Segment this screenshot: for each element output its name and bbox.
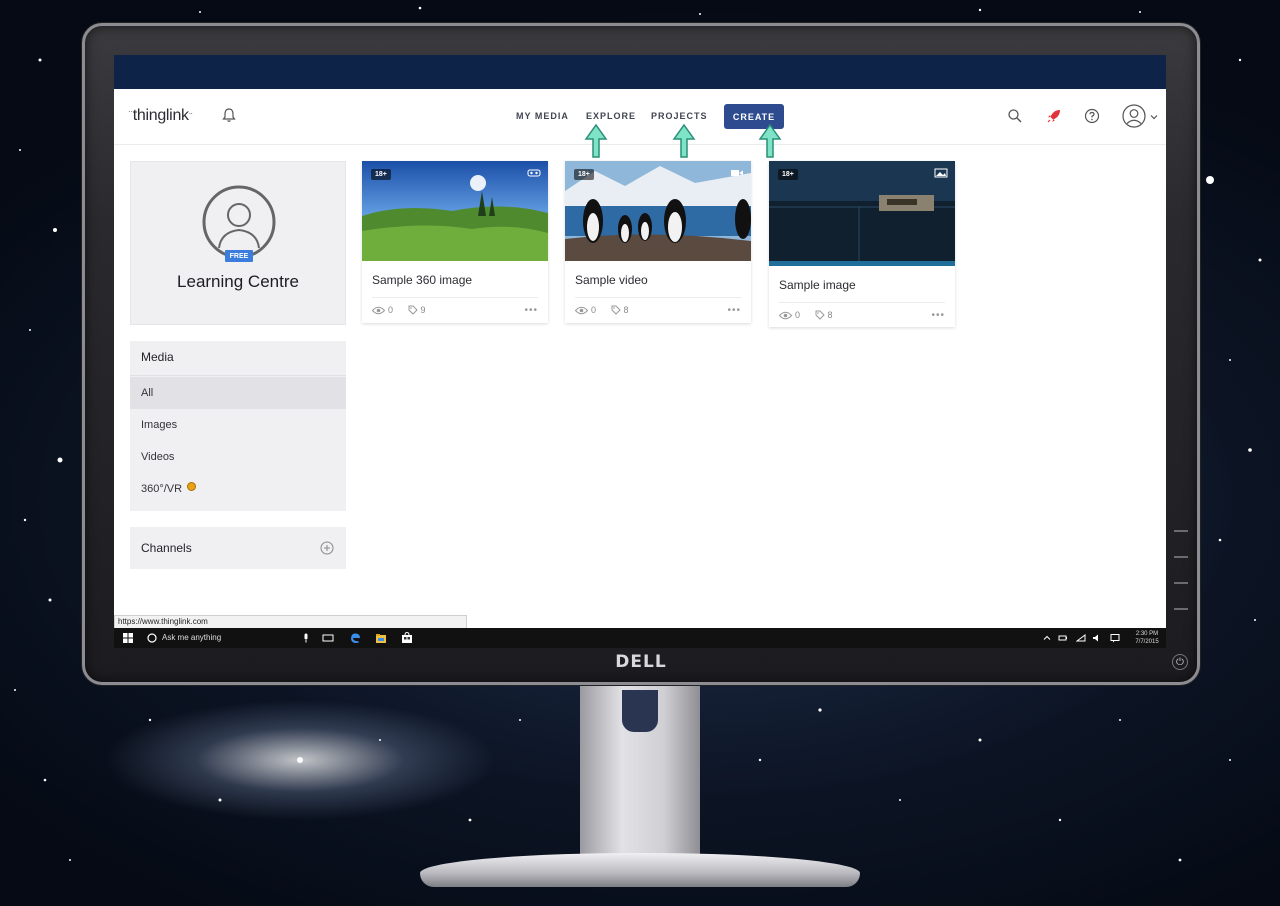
pointer-arrow-icon bbox=[584, 123, 608, 158]
filter-label: Images bbox=[141, 419, 178, 431]
taskbar-search-input[interactable]: Ask me anything bbox=[162, 633, 221, 642]
tag-icon bbox=[611, 305, 621, 315]
rocket-icon[interactable] bbox=[1046, 108, 1062, 124]
windows-start-icon[interactable] bbox=[123, 633, 133, 643]
chevron-down-icon[interactable] bbox=[1150, 113, 1158, 121]
image-icon bbox=[934, 168, 948, 178]
media-card[interactable]: 18+ Sample image 0 8 ••• bbox=[769, 161, 955, 327]
tags-count: 8 bbox=[623, 305, 629, 315]
browser-top-bar bbox=[114, 55, 1166, 89]
microphone-icon[interactable] bbox=[302, 633, 310, 643]
filter-360-vr[interactable]: 360°/VR bbox=[130, 473, 346, 505]
age-badge: 18+ bbox=[574, 169, 594, 180]
edge-browser-icon[interactable] bbox=[349, 632, 361, 644]
power-icon: ⏻ bbox=[1172, 654, 1188, 670]
monitor-side-button bbox=[1174, 582, 1188, 584]
divider bbox=[779, 302, 945, 303]
clock-time: 2:30 PM bbox=[1135, 631, 1159, 637]
channels-title: Channels bbox=[141, 541, 192, 555]
age-badge: 18+ bbox=[371, 169, 391, 180]
divider bbox=[130, 375, 346, 376]
divider bbox=[372, 297, 538, 298]
user-avatar-icon[interactable] bbox=[1122, 104, 1146, 128]
monitor-side-button bbox=[1174, 556, 1188, 558]
profile-name: Learning Centre bbox=[177, 272, 299, 291]
dell-logo: DELL bbox=[615, 652, 667, 672]
filter-all[interactable]: All bbox=[130, 377, 346, 409]
action-center-icon[interactable] bbox=[1110, 633, 1120, 643]
app-header: ··thinglink.. MY MEDIA EXPLORE PROJECTS … bbox=[114, 89, 1166, 145]
card-title[interactable]: Sample 360 image bbox=[372, 273, 472, 287]
status-url-bar: https://www.thinglink.com bbox=[114, 615, 467, 629]
logo-text: thinglink bbox=[132, 107, 189, 124]
cortana-icon[interactable] bbox=[147, 633, 157, 643]
divider bbox=[575, 297, 741, 298]
filter-images[interactable]: Images bbox=[130, 409, 346, 441]
media-filter-panel: Media All Images Videos 360°/VR bbox=[130, 341, 346, 511]
help-icon[interactable] bbox=[1084, 108, 1100, 124]
monitor-side-button bbox=[1174, 608, 1188, 610]
views-count: 0 bbox=[795, 310, 801, 320]
more-options-icon[interactable]: ••• bbox=[931, 310, 945, 321]
file-explorer-icon[interactable] bbox=[375, 632, 387, 644]
channels-panel[interactable]: Channels bbox=[130, 527, 346, 569]
tag-icon bbox=[815, 310, 825, 320]
pointer-arrow-icon bbox=[758, 123, 782, 158]
battery-icon[interactable] bbox=[1058, 633, 1068, 643]
media-panel-title: Media bbox=[141, 350, 174, 364]
monitor-stand-base bbox=[420, 853, 860, 887]
task-view-icon[interactable] bbox=[322, 632, 334, 644]
windows-taskbar: Ask me anything 2:30 PM 7/7/2015 bbox=[114, 628, 1166, 648]
card-stats: 0 9 ••• bbox=[372, 305, 538, 317]
search-icon[interactable] bbox=[1007, 108, 1023, 124]
bell-icon[interactable] bbox=[222, 107, 236, 123]
taskbar-clock[interactable]: 2:30 PM 7/7/2015 bbox=[1132, 630, 1162, 646]
filter-label: Videos bbox=[141, 451, 175, 463]
nav-projects[interactable]: PROJECTS bbox=[651, 111, 708, 121]
tag-icon bbox=[408, 305, 418, 315]
filter-videos[interactable]: Videos bbox=[130, 441, 346, 473]
filter-label: 360°/VR bbox=[141, 483, 183, 495]
tags-count: 8 bbox=[827, 310, 833, 320]
views-count: 0 bbox=[591, 305, 597, 315]
video-camera-icon bbox=[731, 170, 743, 176]
clock-date: 7/7/2015 bbox=[1135, 639, 1159, 645]
chevron-up-icon[interactable] bbox=[1042, 633, 1052, 643]
vr-headset-icon bbox=[527, 169, 541, 177]
wifi-icon[interactable] bbox=[1076, 633, 1086, 643]
card-stats: 0 8 ••• bbox=[575, 305, 741, 317]
views-count: 0 bbox=[388, 305, 394, 315]
age-badge: 18+ bbox=[778, 169, 798, 180]
free-badge: FREE bbox=[225, 250, 253, 262]
card-title[interactable]: Sample image bbox=[779, 278, 856, 292]
card-title[interactable]: Sample video bbox=[575, 273, 648, 287]
filter-label: All bbox=[141, 387, 154, 399]
monitor-stand-slot bbox=[622, 690, 658, 732]
tags-count: 9 bbox=[420, 305, 426, 315]
profile-card: FREE Learning Centre bbox=[130, 161, 346, 325]
more-options-icon[interactable]: ••• bbox=[727, 305, 741, 316]
store-icon[interactable] bbox=[401, 632, 413, 644]
screen: ··thinglink.. MY MEDIA EXPLORE PROJECTS … bbox=[114, 55, 1166, 648]
media-card[interactable]: 18+ Sample video 0 8 ••• bbox=[565, 161, 751, 323]
more-options-icon[interactable]: ••• bbox=[524, 305, 538, 316]
eye-icon bbox=[575, 306, 588, 315]
add-channel-icon[interactable] bbox=[320, 541, 334, 555]
thinglink-logo[interactable]: ··thinglink.. bbox=[128, 107, 193, 125]
monitor-side-button bbox=[1174, 530, 1188, 532]
eye-icon bbox=[779, 311, 792, 320]
media-card[interactable]: 18+ Sample 360 image 0 9 ••• bbox=[362, 161, 548, 323]
profile-avatar-icon bbox=[202, 185, 276, 259]
card-stats: 0 8 ••• bbox=[779, 310, 945, 322]
nav-my-media[interactable]: MY MEDIA bbox=[516, 111, 569, 121]
nav-explore[interactable]: EXPLORE bbox=[586, 111, 636, 121]
pointer-arrow-icon bbox=[672, 123, 696, 158]
volume-icon[interactable] bbox=[1092, 633, 1102, 643]
eye-icon bbox=[372, 306, 385, 315]
premium-icon bbox=[187, 482, 197, 491]
